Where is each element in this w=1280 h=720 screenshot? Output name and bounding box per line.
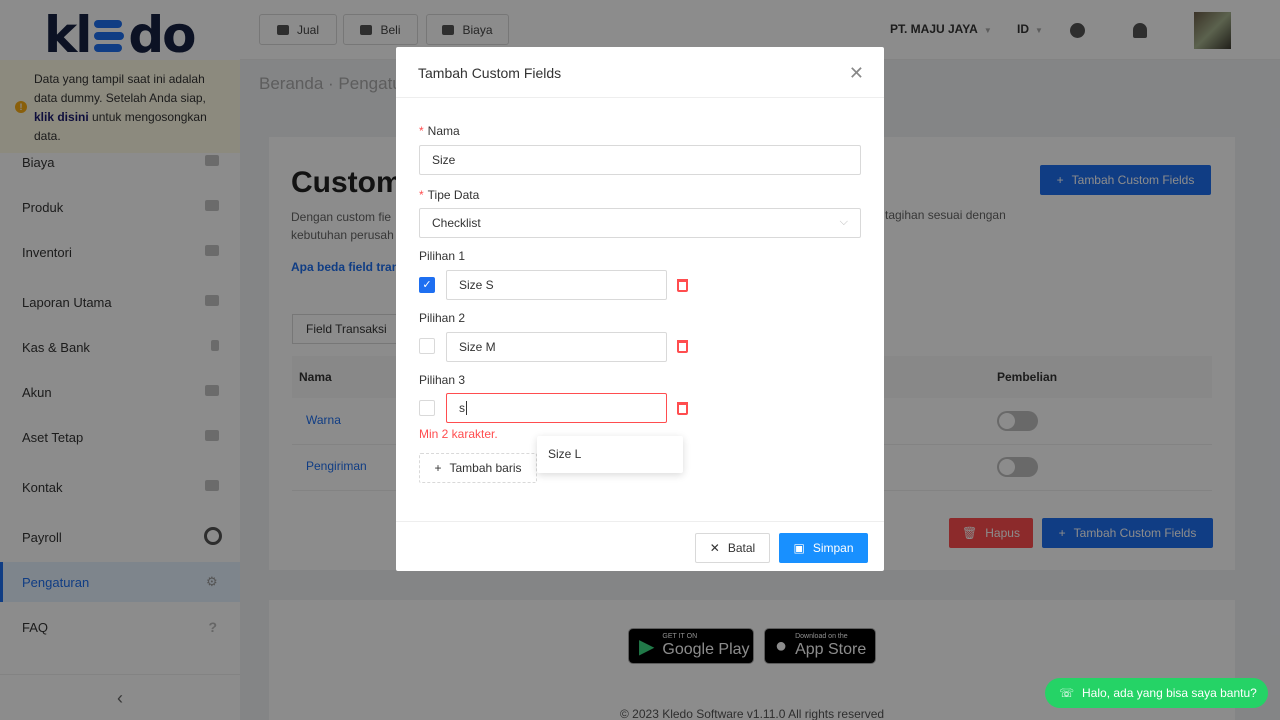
whatsapp-icon: ☏ bbox=[1059, 686, 1075, 700]
pilihan-3-label: Pilihan 3 bbox=[419, 373, 466, 387]
save-button[interactable]: ▣ Simpan bbox=[779, 533, 868, 563]
trash-icon[interactable] bbox=[677, 279, 688, 292]
pilihan-1-input[interactable]: Size S bbox=[446, 270, 667, 300]
pilihan-3-input[interactable]: s bbox=[446, 393, 667, 423]
tipe-data-select[interactable]: Checklist ⌵ bbox=[419, 208, 861, 238]
nama-input[interactable]: Size bbox=[419, 145, 861, 175]
pilihan-3-checkbox[interactable] bbox=[419, 400, 435, 416]
add-row-button[interactable]: + Tambah baris bbox=[419, 453, 537, 483]
modal-title: Tambah Custom Fields bbox=[418, 65, 562, 81]
tipe-data-label: * Tipe Data bbox=[419, 188, 480, 202]
pilihan-2-label: Pilihan 2 bbox=[419, 311, 466, 325]
chevron-down-icon: ⌵ bbox=[839, 216, 848, 228]
text-caret bbox=[466, 401, 467, 415]
error-message: Min 2 karakter. bbox=[419, 427, 498, 441]
close-icon[interactable]: ✕ bbox=[849, 63, 864, 84]
modal-footer: ✕ Batal ▣ Simpan bbox=[396, 521, 884, 571]
pilihan-1-label: Pilihan 1 bbox=[419, 249, 466, 263]
autocomplete-suggestion[interactable]: Size L bbox=[537, 436, 683, 473]
pilihan-2-input[interactable]: Size M bbox=[446, 332, 667, 362]
cancel-button[interactable]: ✕ Batal bbox=[695, 533, 770, 563]
custom-field-modal: Tambah Custom Fields ✕ * Nama Size * Tipe … bbox=[396, 47, 884, 571]
plus-icon: + bbox=[434, 461, 442, 475]
pilihan-2-checkbox[interactable] bbox=[419, 338, 435, 354]
pilihan-1-checkbox[interactable]: ✓ bbox=[419, 277, 435, 293]
nama-label: * Nama bbox=[419, 124, 460, 138]
save-icon: ▣ bbox=[793, 541, 805, 555]
trash-icon[interactable] bbox=[677, 402, 688, 415]
close-icon: ✕ bbox=[709, 541, 720, 555]
modal-header: Tambah Custom Fields bbox=[396, 47, 884, 98]
whatsapp-chat-button[interactable]: ☏ Halo, ada yang bisa saya bantu? bbox=[1045, 678, 1268, 708]
trash-icon[interactable] bbox=[677, 340, 688, 353]
